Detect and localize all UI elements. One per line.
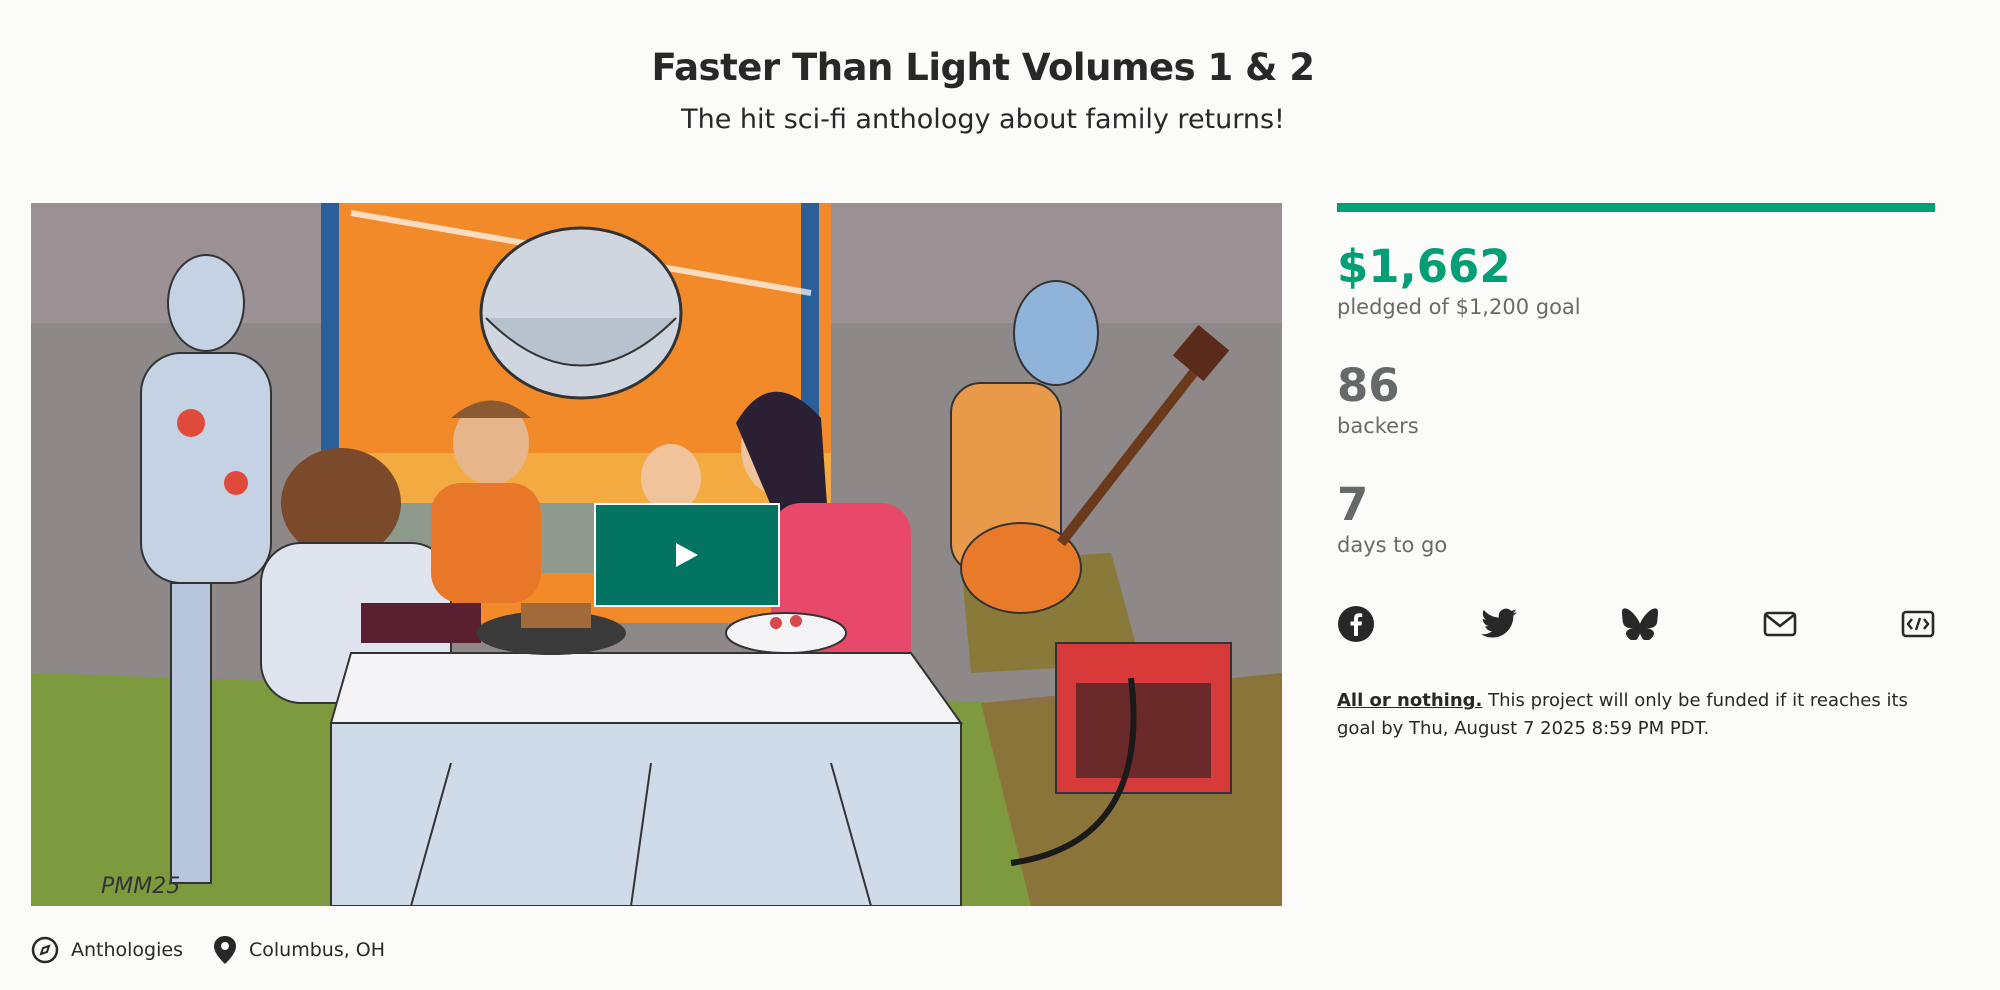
embed-share-button[interactable] [1901, 610, 1935, 642]
svg-text:PMM25: PMM25 [101, 874, 180, 899]
location-link[interactable]: Columbus, OH [213, 935, 385, 965]
bluesky-icon [1622, 608, 1658, 641]
days-to-go-label: days to go [1337, 533, 1448, 557]
play-icon [676, 543, 698, 567]
funding-progress-fill [1337, 203, 1935, 212]
funding-sidebar: $1,662 pledged of $1,200 goal 86 backers… [1337, 203, 1935, 743]
embed-icon [1901, 610, 1935, 638]
funding-progress-bar [1337, 203, 1935, 212]
compass-icon [31, 936, 59, 964]
category-label: Anthologies [71, 939, 183, 961]
days-to-go-count: 7 [1337, 478, 1369, 531]
project-blurb: The hit sci-fi anthology about family re… [681, 104, 1285, 135]
twitter-icon [1480, 608, 1517, 638]
map-pin-icon [214, 936, 236, 964]
pledged-amount: $1,662 [1337, 240, 1511, 293]
facebook-icon [1338, 606, 1374, 642]
location-label: Columbus, OH [249, 939, 386, 961]
project-title: Faster Than Light Volumes 1 & 2 [651, 46, 1315, 89]
facebook-share-button[interactable] [1337, 605, 1375, 647]
funding-model-note: All or nothing. This project will only b… [1337, 687, 1935, 743]
email-share-button[interactable] [1763, 611, 1797, 641]
backers-label: backers [1337, 414, 1419, 438]
twitter-share-button[interactable] [1480, 608, 1518, 644]
share-bar [1337, 605, 1935, 647]
email-icon [1763, 611, 1796, 637]
project-video[interactable]: PMM25 [31, 203, 1282, 906]
pledged-label: pledged of $1,200 goal [1337, 295, 1581, 319]
category-link[interactable]: Anthologies [31, 936, 183, 964]
play-button[interactable] [594, 503, 780, 607]
bluesky-share-button[interactable] [1622, 608, 1658, 644]
backers-count: 86 [1337, 359, 1400, 412]
all-or-nothing-link[interactable]: All or nothing. [1337, 690, 1482, 711]
project-meta: Anthologies Columbus, OH [31, 935, 415, 965]
